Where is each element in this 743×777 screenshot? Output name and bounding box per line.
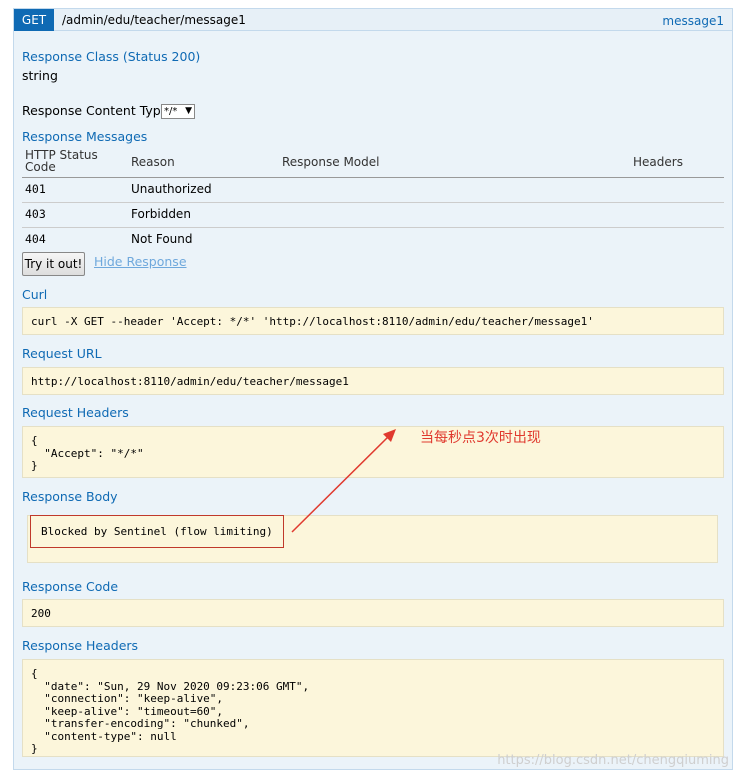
content-type-select[interactable]: */* ▼ xyxy=(161,104,195,119)
response-body-value: Blocked by Sentinel (flow limiting) xyxy=(41,525,273,538)
request-url-label: Request URL xyxy=(22,346,102,361)
annotation-note: 当每秒点3次时出现 xyxy=(420,430,541,446)
curl-label: Curl xyxy=(22,287,48,302)
table-header-divider xyxy=(22,177,724,178)
http-method-badge[interactable]: GET xyxy=(14,9,54,31)
curl-command: curl -X GET --header 'Accept: */*' 'http… xyxy=(31,315,594,328)
request-headers-label: Request Headers xyxy=(22,405,129,420)
request-headers-line: "Accept": "*/*" xyxy=(31,446,144,460)
table-row-divider xyxy=(22,202,724,203)
request-headers-line: } xyxy=(31,459,38,472)
curl-block: curl -X GET --header 'Accept: */*' 'http… xyxy=(22,307,724,335)
request-headers-line: { xyxy=(31,434,38,447)
operation-nickname[interactable]: message1 xyxy=(662,9,724,33)
col-header-status-code: HTTP Status Code xyxy=(25,148,98,174)
request-url-block: http://localhost:8110/admin/edu/teacher/… xyxy=(22,367,724,395)
table-row-code: 404 xyxy=(25,232,46,246)
operation-panel: GET /admin/edu/teacher/message1 message1… xyxy=(13,8,733,770)
request-headers-block: { "Accept": "*/*" } xyxy=(22,426,724,478)
table-row-reason: Not Found xyxy=(131,232,193,246)
table-row-reason: Forbidden xyxy=(131,207,191,221)
response-headers-line: { xyxy=(31,667,38,680)
response-class-label: Response Class (Status 200) xyxy=(22,49,201,64)
response-headers-line: "transfer-encoding": "chunked", xyxy=(31,717,250,730)
chevron-down-icon: ▼ xyxy=(185,106,192,116)
response-headers-block: { "date": "Sun, 29 Nov 2020 09:23:06 GMT… xyxy=(22,659,724,757)
col-header-response-model: Response Model xyxy=(282,155,380,169)
request-url-value: http://localhost:8110/admin/edu/teacher/… xyxy=(31,375,349,388)
response-headers-line: } xyxy=(31,742,38,755)
table-row-code: 401 xyxy=(25,182,46,196)
table-row-reason: Unauthorized xyxy=(131,182,212,196)
content-type-selected: */* xyxy=(164,106,178,117)
response-code-value: 200 xyxy=(31,607,51,620)
response-body-label: Response Body xyxy=(22,489,118,504)
table-row-code: 403 xyxy=(25,207,46,221)
response-class-type: string xyxy=(22,68,58,83)
col-header-reason: Reason xyxy=(131,155,175,169)
try-it-out-button[interactable]: Try it out! xyxy=(22,252,85,276)
response-headers-line: "connection": "keep-alive", xyxy=(31,692,224,705)
watermark-text: https://blog.csdn.net/chengqiuming xyxy=(497,753,729,768)
hide-response-link[interactable]: Hide Response xyxy=(94,254,187,269)
response-body-highlight: Blocked by Sentinel (flow limiting) xyxy=(30,515,284,548)
response-headers-line: "content-type": null xyxy=(31,729,177,743)
operation-header[interactable]: GET /admin/edu/teacher/message1 message1 xyxy=(14,9,732,31)
content-type-label: Response Content Type xyxy=(22,103,169,118)
response-code-block: 200 xyxy=(22,599,724,627)
response-messages-label: Response Messages xyxy=(22,129,148,144)
col-header-headers: Headers xyxy=(633,155,683,169)
response-headers-label: Response Headers xyxy=(22,638,139,653)
operation-path[interactable]: /admin/edu/teacher/message1 xyxy=(62,9,246,31)
response-code-label: Response Code xyxy=(22,579,119,594)
table-row-divider xyxy=(22,227,724,228)
